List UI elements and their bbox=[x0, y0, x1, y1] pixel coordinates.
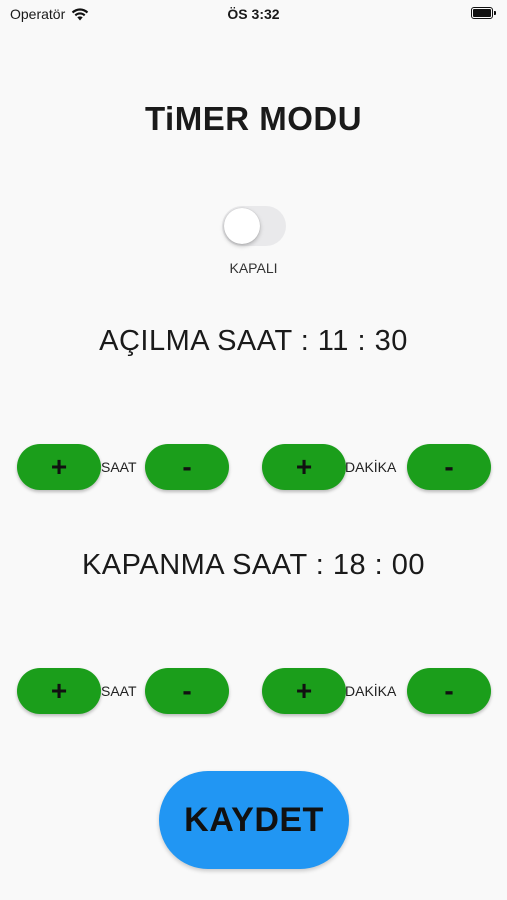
closing-minute-minus-button[interactable]: - bbox=[407, 668, 491, 714]
closing-minute-label: DAKİKA bbox=[345, 683, 397, 699]
closing-minute-plus-button[interactable]: + bbox=[262, 668, 346, 714]
opening-time-heading: AÇILMA SAAT : 11 : 30 bbox=[99, 325, 408, 357]
status-time: ÖS 3:32 bbox=[227, 6, 280, 22]
opening-minute-label: DAKİKA bbox=[345, 459, 397, 475]
save-button[interactable]: KAYDET bbox=[159, 771, 349, 869]
page-title: TiMER MODU bbox=[144, 100, 363, 137]
toggle-knob bbox=[224, 208, 260, 244]
opening-minute-plus-button[interactable]: + bbox=[262, 444, 346, 490]
closing-hour-minus-button[interactable]: - bbox=[145, 668, 229, 714]
timer-screen: Operatör ÖS 3:32 TiMER MODU KAPALI AÇILM… bbox=[0, 0, 507, 900]
closing-hour-label: SAAT bbox=[101, 683, 137, 699]
opening-controls: + SAAT - + DAKİKA - bbox=[17, 444, 491, 490]
opening-hour-minus-button[interactable]: - bbox=[145, 444, 229, 490]
toggle-state-label: KAPALI bbox=[229, 260, 278, 276]
closing-hour-plus-button[interactable]: + bbox=[17, 668, 101, 714]
battery-icon bbox=[471, 7, 497, 19]
opening-hour-plus-button[interactable]: + bbox=[17, 444, 101, 490]
timer-toggle-switch[interactable] bbox=[222, 206, 286, 246]
closing-controls: + SAAT - + DAKİKA - bbox=[17, 668, 491, 714]
opening-hour-label: SAAT bbox=[101, 459, 137, 475]
opening-minute-minus-button[interactable]: - bbox=[407, 444, 491, 490]
status-bar: Operatör ÖS 3:32 bbox=[0, 0, 507, 28]
closing-time-heading: KAPANMA SAAT : 18 : 00 bbox=[81, 549, 426, 581]
